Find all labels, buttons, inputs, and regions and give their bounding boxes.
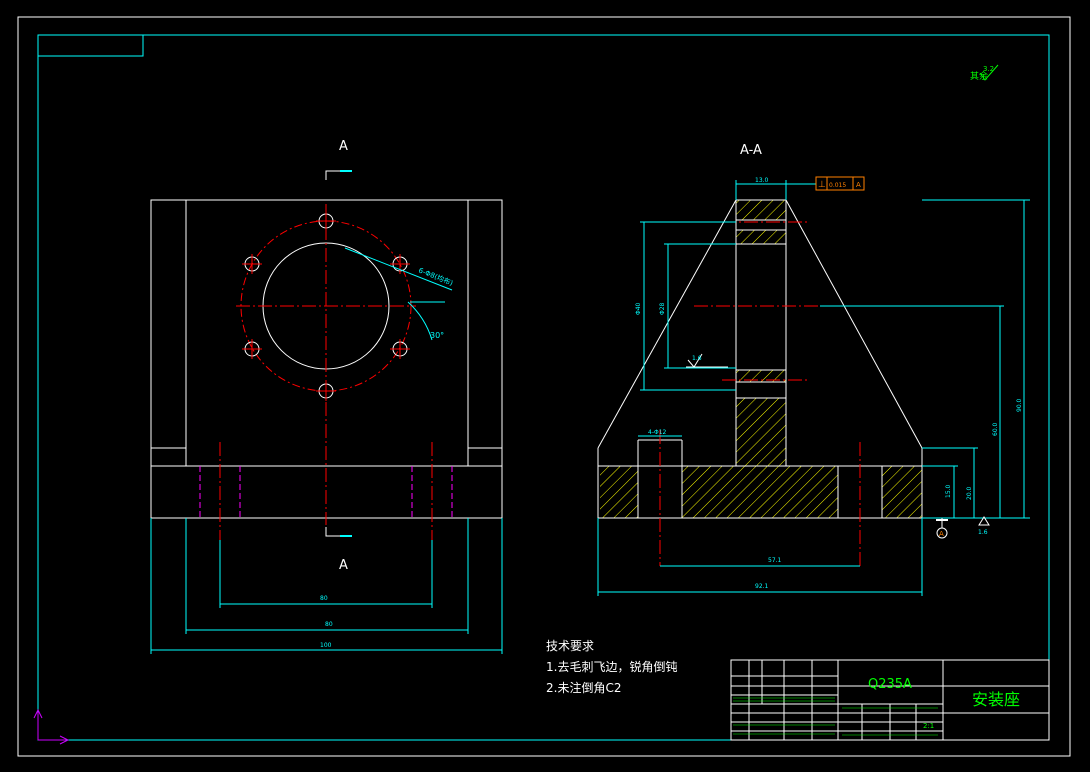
- tech-req-item-1: 1.去毛刺飞边，锐角倒钝: [546, 660, 678, 674]
- cad-drawing-canvas: 其余 3.2 A A 6-Φ8(均布) 30° 80 80 100 A-A 13…: [17, 16, 1071, 757]
- title-part-name: 安装座: [972, 690, 1020, 709]
- section-view: A-A 13.0 Φ40 Φ28 4-Φ12 15.0 20.0 60.0 90…: [597, 143, 1030, 596]
- section-label-top: A: [339, 139, 348, 154]
- dim-h90: 90.0: [1016, 398, 1023, 412]
- dim-dia-inner: Φ28: [659, 302, 666, 315]
- tolerance-datum: A: [856, 181, 861, 189]
- corner-label-box: [37, 34, 144, 57]
- datum-letter: A: [939, 530, 944, 538]
- roughness-note-corner: 其余 3.2: [970, 64, 999, 82]
- dim-h60: 60.0: [992, 422, 999, 436]
- section-dimension-texts: 13.0 Φ40 Φ28 4-Φ12 15.0 20.0 60.0 90.0 5…: [635, 177, 1023, 590]
- section-roughness-right: 1.6: [978, 516, 990, 536]
- drawing-frame: [17, 16, 1071, 757]
- dim-80-inner: 80: [320, 595, 328, 602]
- section-cut-markers: [325, 170, 352, 537]
- angle-dimension: 30°: [430, 331, 444, 340]
- dim-top-width: 13.0: [755, 177, 769, 184]
- dim-dia-outer: Φ40: [635, 302, 642, 315]
- dim-h15: 15.0: [945, 484, 952, 498]
- dim-w57: 57.1: [768, 557, 782, 564]
- section-view-title: A-A: [740, 143, 762, 158]
- dim-counterbore: 4-Φ12: [648, 429, 667, 436]
- dim-80-outer: 80: [325, 621, 333, 628]
- roughness-right-value: 1.6: [978, 529, 988, 536]
- dim-h20: 20.0: [966, 486, 973, 500]
- tech-req-title: 技术要求: [546, 639, 595, 653]
- section-dimension-lines: [597, 180, 1030, 596]
- section-label-bottom: A: [339, 558, 348, 573]
- tolerance-value: 0.015: [829, 182, 846, 189]
- dim-100: 100: [320, 642, 332, 649]
- section-roughness-left: 1.6: [686, 353, 728, 368]
- front-view: A A 6-Φ8(均布) 30° 80 80 100: [150, 139, 503, 654]
- title-material: Q235A: [868, 677, 912, 692]
- tech-req-item-2: 2.未注倒角C2: [546, 681, 622, 695]
- dim-w92: 92.1: [755, 583, 769, 590]
- ucs-icon: [33, 708, 70, 745]
- inner-border: [37, 34, 1050, 741]
- tolerance-frame: ⊥ 0.015 A: [815, 176, 865, 191]
- technical-requirements: 技术要求 1.去毛刺飞边，锐角倒钝 2.未注倒角C2: [546, 636, 677, 699]
- datum-feature: A: [936, 518, 948, 539]
- hole-note: 6-Φ8(均布): [417, 266, 454, 288]
- title-scale: 2:1: [923, 722, 934, 730]
- roughness-left-value: 1.6: [692, 355, 702, 362]
- perpendicularity-symbol-icon: ⊥: [818, 180, 826, 190]
